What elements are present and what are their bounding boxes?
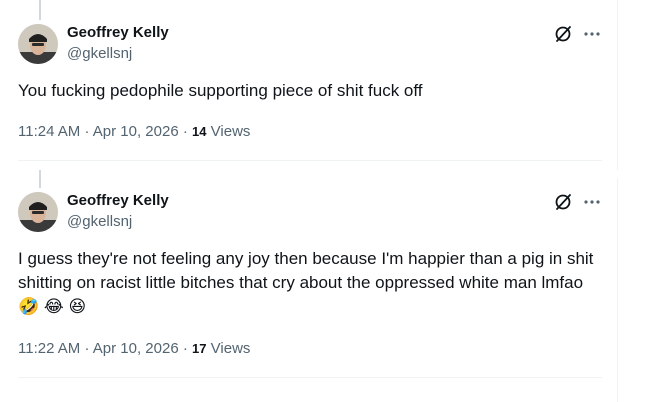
tweet-time[interactable]: 11:24 AM	[18, 123, 80, 140]
meta-separator: ·	[84, 123, 93, 140]
avatar[interactable]	[18, 192, 58, 232]
views-count: 14	[192, 124, 207, 139]
author-handle[interactable]: @gkellsnj	[67, 213, 132, 230]
tweet-time[interactable]: 11:22 AM	[18, 340, 80, 357]
tweet-text: You fucking pedophile supporting piece o…	[18, 81, 423, 100]
tweet-meta: 11:24 AM · Apr 10, 2026 · 14 Views	[18, 123, 250, 140]
meta-separator: ·	[84, 340, 93, 357]
divider	[18, 377, 602, 378]
tweet-meta: 11:22 AM · Apr 10, 2026 · 17 Views	[18, 340, 250, 357]
tweet-date[interactable]: Apr 10, 2026	[93, 340, 179, 357]
meta-separator: ·	[182, 340, 193, 357]
author-name[interactable]: Geoffrey Kelly	[67, 192, 169, 209]
meta-separator: ·	[182, 123, 193, 140]
column-border	[617, 178, 618, 402]
tweet-date[interactable]: Apr 10, 2026	[93, 123, 179, 140]
grok-icon[interactable]	[553, 192, 573, 212]
grok-icon[interactable]	[553, 24, 573, 44]
tweet-text: I guess they're not feeling any joy then…	[18, 249, 594, 316]
column-border	[617, 0, 618, 170]
tweet-thread: Geoffrey Kelly @gkellsnj You fucking ped…	[0, 0, 648, 402]
avatar[interactable]	[18, 24, 58, 64]
author-handle[interactable]: @gkellsnj	[67, 45, 132, 62]
more-icon[interactable]	[582, 192, 602, 212]
thread-connector-line	[39, 0, 41, 20]
divider	[18, 160, 602, 161]
views-count: 17	[192, 341, 207, 356]
views-label: Views	[210, 340, 251, 357]
more-icon[interactable]	[582, 24, 602, 44]
thread-connector-line	[39, 170, 41, 188]
author-name[interactable]: Geoffrey Kelly	[67, 24, 169, 41]
views-label: Views	[210, 123, 251, 140]
